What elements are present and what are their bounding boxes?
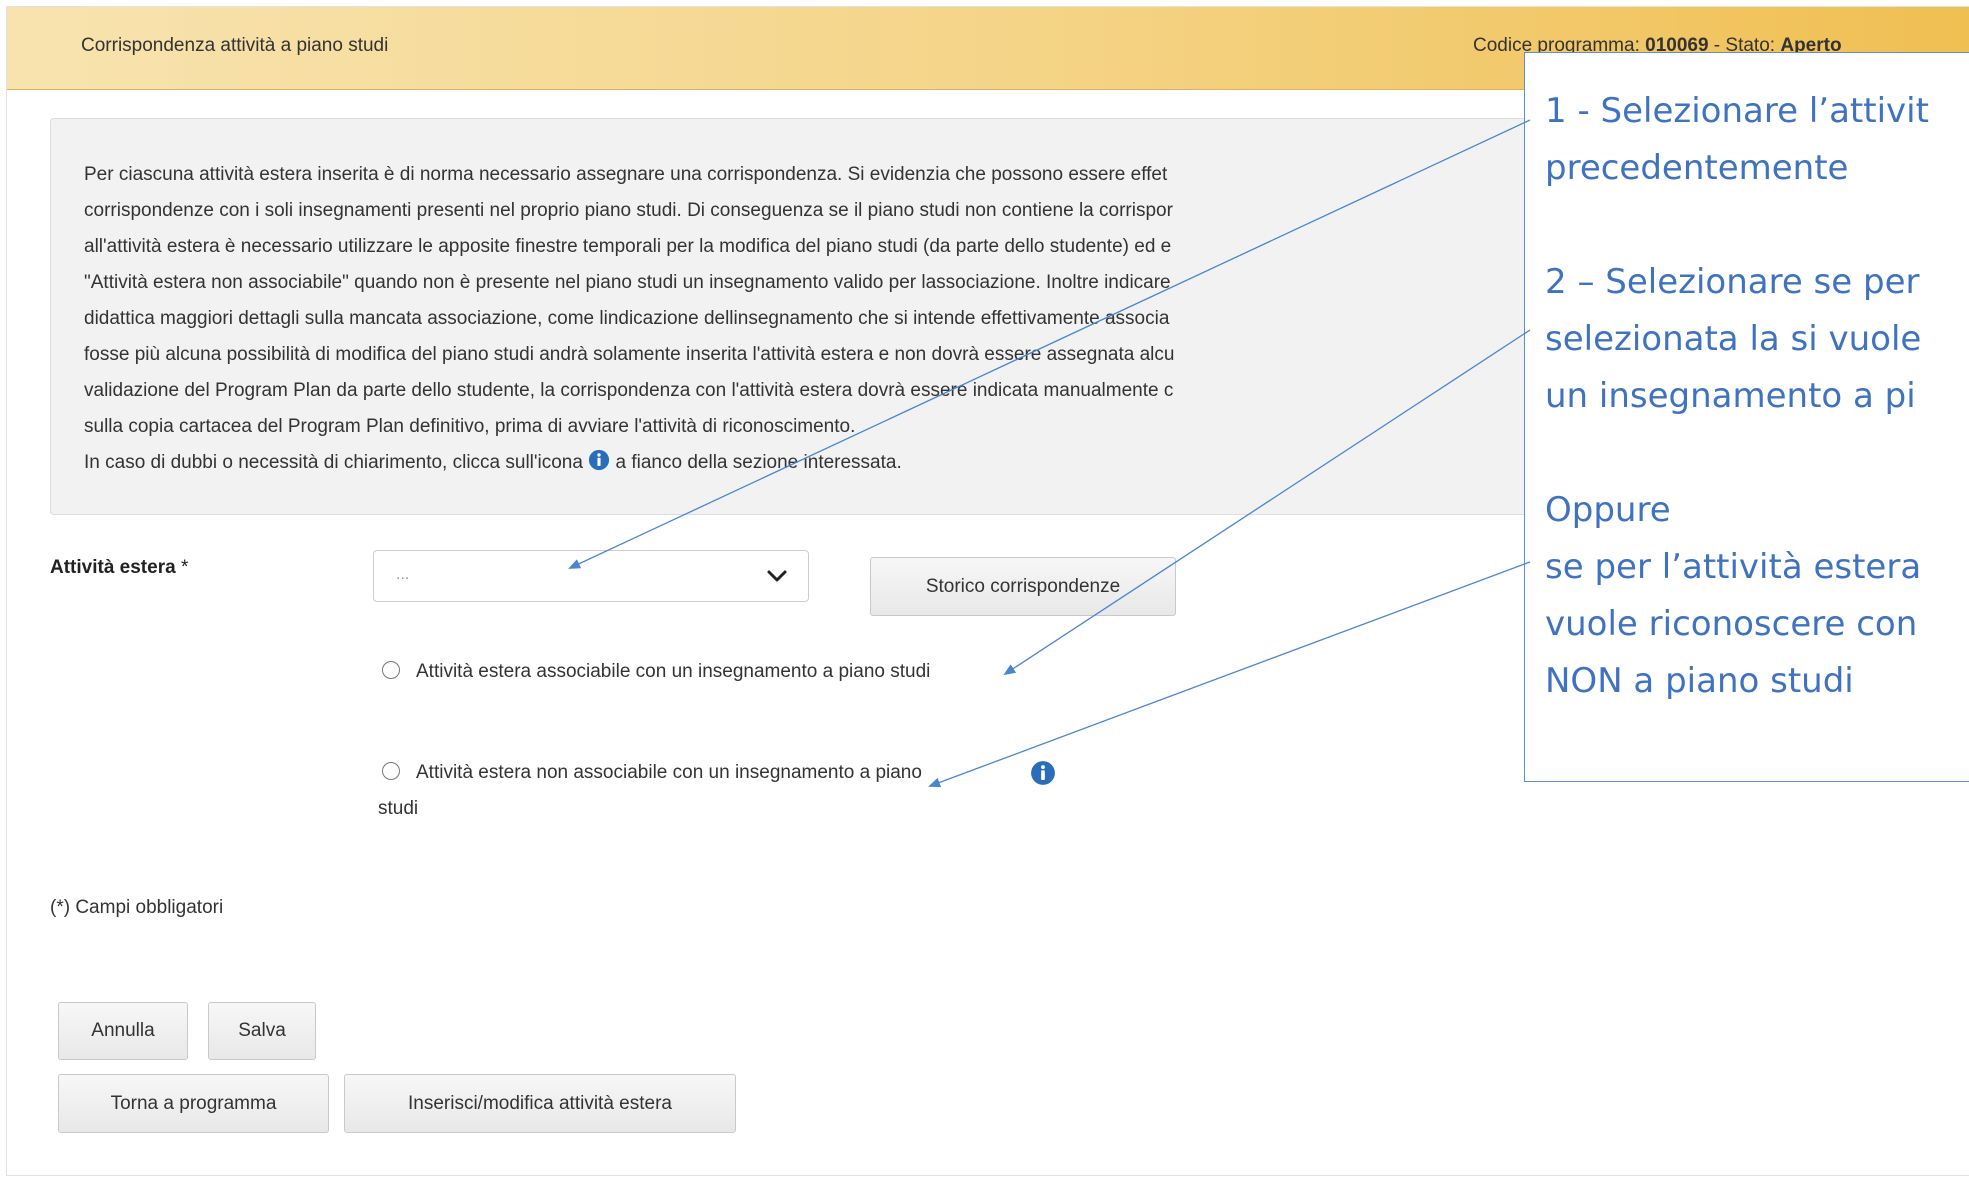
help-text-before: In caso di dubbi o necessità di chiarime… — [84, 452, 589, 473]
storico-corrispondenze-button[interactable]: Storico corrispondenze — [870, 557, 1176, 616]
radio-button[interactable] — [382, 762, 400, 780]
callout-line: Oppure — [1545, 490, 1671, 530]
radio-associabile[interactable]: Attività estera associabile con un inseg… — [378, 654, 998, 690]
callout-line: 2 – Selezionare se per — [1545, 262, 1920, 302]
attivita-estera-label: Attività estera * — [50, 557, 189, 578]
inserisci-modifica-attivita-button[interactable]: Inserisci/modifica attività estera — [344, 1074, 736, 1133]
callout-line: un insegnamento a pi — [1545, 376, 1916, 416]
attivita-estera-select[interactable]: ... — [373, 550, 809, 602]
annulla-button[interactable]: Annulla — [58, 1002, 188, 1060]
required-fields-note: (*) Campi obbligatori — [50, 897, 224, 918]
radio-non-associabile[interactable]: Attività estera non associabile con un i… — [378, 755, 938, 827]
info-icon — [589, 449, 610, 471]
info-icon[interactable] — [1030, 760, 1056, 786]
help-text-after: a fianco della sezione interessata. — [610, 452, 902, 473]
radio-button[interactable] — [382, 661, 400, 679]
salva-button[interactable]: Salva — [208, 1002, 316, 1060]
callout-line: vuole riconoscere con — [1545, 604, 1918, 644]
torna-a-programma-button[interactable]: Torna a programma — [58, 1074, 329, 1133]
page-title: Corrispondenza attività a piano studi — [81, 35, 389, 56]
annotation-callout: 1 - Selezionare l’attivit precedentement… — [1524, 52, 1969, 782]
chevron-down-icon — [767, 570, 787, 582]
select-placeholder: ... — [396, 566, 410, 583]
callout-line: 1 - Selezionare l’attivit — [1545, 91, 1929, 131]
callout-line: NON a piano studi — [1545, 661, 1854, 701]
callout-line: precedentemente — [1545, 148, 1849, 188]
radio-associabile-label: Attività estera associabile con un inseg… — [416, 661, 931, 682]
callout-line: se per l’attività estera — [1545, 547, 1922, 587]
callout-line: selezionata la si vuole — [1545, 319, 1922, 359]
radio-non-associabile-label: Attività estera non associabile con un i… — [378, 762, 922, 819]
